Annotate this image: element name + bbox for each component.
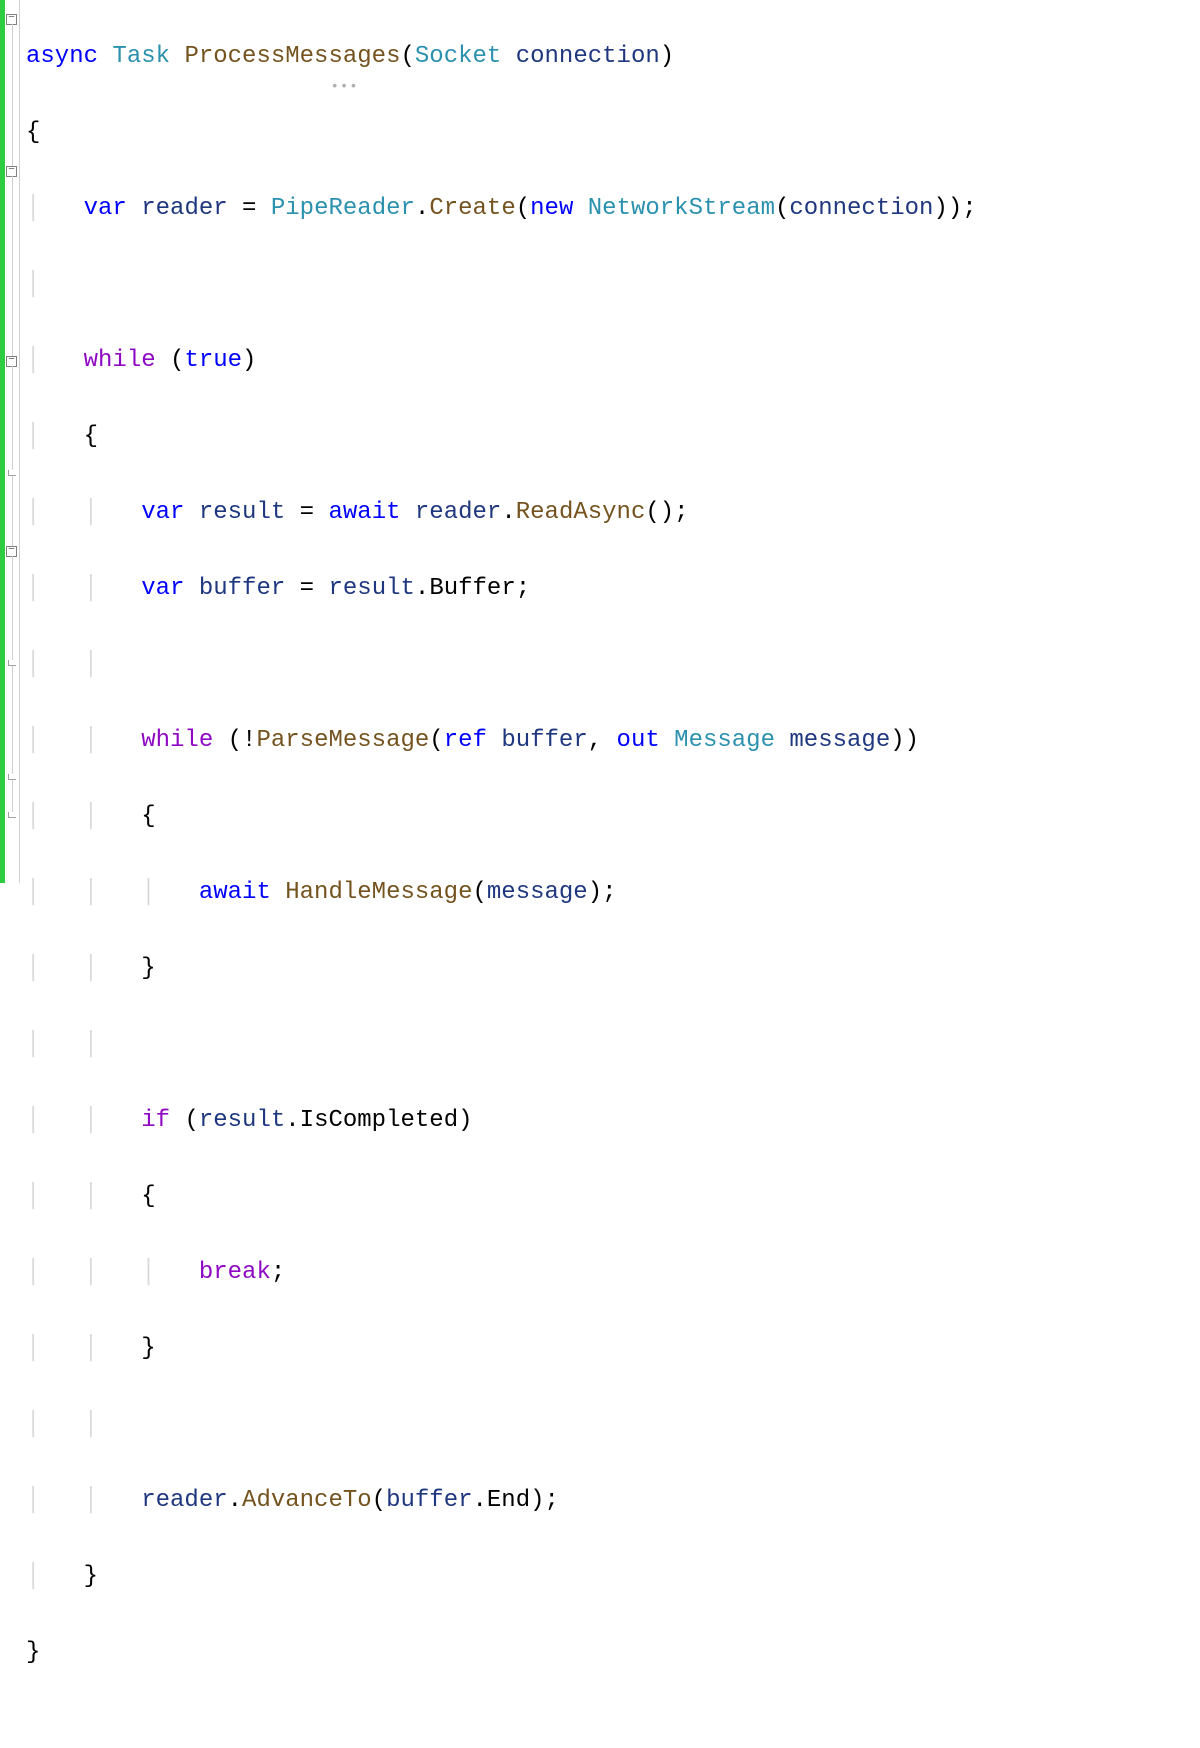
code-area[interactable]: async Task ProcessMessages•••(Socket con… (20, 0, 977, 883)
code-editor: async Task ProcessMessages•••(Socket con… (0, 0, 1200, 883)
code-line[interactable]: │ │ var buffer = result.Buffer; (26, 570, 977, 608)
code-line[interactable]: async Task ProcessMessages•••(Socket con… (26, 38, 977, 76)
code-line[interactable]: │ │ { (26, 798, 977, 836)
code-line[interactable]: │ │ } (26, 1330, 977, 1368)
fold-gutter (5, 0, 20, 883)
code-line[interactable]: │ var reader = PipeReader.Create(new Net… (26, 190, 977, 228)
code-line[interactable]: │ │ │ await HandleMessage(message); (26, 874, 977, 912)
type-socket: Socket (415, 43, 501, 70)
type-task: Task (112, 43, 170, 70)
code-line[interactable]: │ while (true) (26, 342, 977, 380)
code-line[interactable]: │ │ var result = await reader.ReadAsync(… (26, 494, 977, 532)
method-name: ProcessMessages (184, 43, 400, 70)
code-line[interactable]: { (26, 114, 977, 152)
codelens-dots-icon[interactable]: ••• (330, 68, 358, 106)
code-line[interactable]: │ │ while (!ParseMessage(ref buffer, out… (26, 722, 977, 760)
code-line[interactable]: │ │ } (26, 950, 977, 988)
code-line[interactable]: │ │ (26, 646, 977, 684)
code-line[interactable]: │ (26, 266, 977, 304)
code-line[interactable]: │ │ reader.AdvanceTo(buffer.End); (26, 1482, 977, 1520)
code-line[interactable]: │ │ { (26, 1178, 977, 1216)
fold-end-method (8, 812, 16, 818)
code-line[interactable]: │ │ (26, 1406, 977, 1444)
code-line[interactable]: │ │ if (result.IsCompleted) (26, 1102, 977, 1140)
code-line[interactable]: │ { (26, 418, 977, 456)
keyword-async: async (26, 43, 98, 70)
param-connection: connection (516, 43, 660, 70)
code-line[interactable]: } (26, 1634, 977, 1672)
code-line[interactable]: │ │ │ break; (26, 1254, 977, 1292)
code-line[interactable]: │ │ (26, 1026, 977, 1064)
code-line[interactable]: │ } (26, 1558, 977, 1596)
